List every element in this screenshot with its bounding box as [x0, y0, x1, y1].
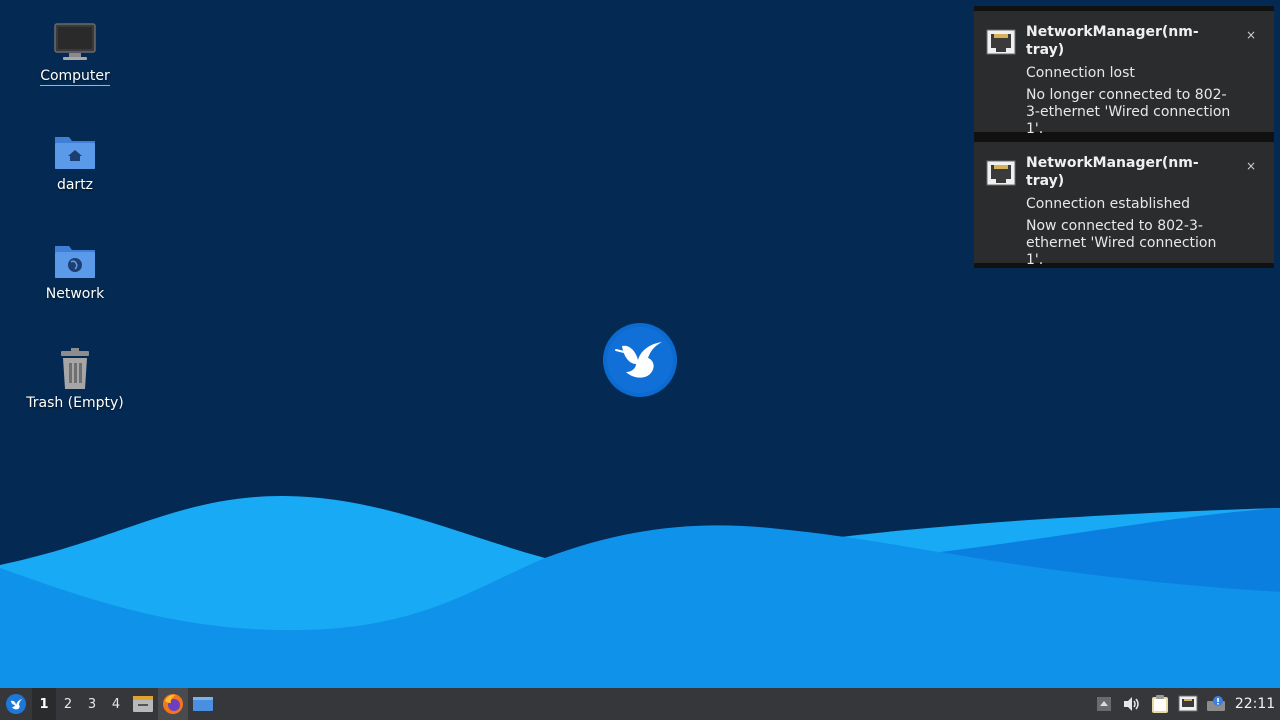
notification-connection-established[interactable]: NetworkManager(nm-tray) Connection estab… [974, 142, 1274, 268]
workspace-2-button[interactable]: 2 [56, 688, 80, 720]
tray-expand-icon [1097, 697, 1111, 711]
desktop-icon-network[interactable]: Network [20, 236, 130, 302]
desktop-icon-home[interactable]: dartz [20, 127, 130, 193]
show-desktop-icon [193, 697, 213, 711]
desktop-icon-label: Trash (Empty) [26, 395, 124, 411]
updates-button[interactable] [1202, 688, 1230, 720]
updates-icon [1207, 696, 1225, 711]
volume-icon [1124, 697, 1139, 711]
notification-area: NetworkManager(nm-tray) Connection lost … [974, 6, 1274, 268]
desktop-icon-label: Network [45, 286, 105, 302]
trash-icon [51, 345, 99, 393]
clipboard-icon [1152, 695, 1168, 713]
home-folder-icon [51, 127, 99, 175]
ethernet-icon [986, 29, 1016, 55]
notification-summary: Connection established [1026, 196, 1190, 212]
desktop-icon-label: dartz [56, 177, 94, 193]
workspace-4-button[interactable]: 4 [104, 688, 128, 720]
clipboard-button[interactable] [1146, 688, 1174, 720]
notification-body: No longer connected to 802-3-ethernet 'W… [1026, 87, 1231, 137]
workspace-3-button[interactable]: 3 [80, 688, 104, 720]
notification-summary: Connection lost [1026, 65, 1135, 81]
tray-expand-button[interactable] [1090, 688, 1118, 720]
desktop-icon-computer[interactable]: Computer [20, 18, 130, 86]
notification-body: Now connected to 802-3-ethernet 'Wired c… [1026, 218, 1217, 268]
file-manager-launcher[interactable] [128, 688, 158, 720]
network-folder-icon [51, 236, 99, 284]
close-icon[interactable]: × [1246, 29, 1256, 41]
volume-button[interactable] [1118, 688, 1146, 720]
start-menu-icon [6, 694, 26, 714]
file-manager-icon [133, 696, 153, 712]
desktop[interactable]: Computer dartz Network Trash (Empty) Net… [0, 0, 1280, 688]
firefox-launcher[interactable] [158, 688, 188, 720]
computer-icon [51, 18, 99, 66]
notification-connection-lost[interactable]: NetworkManager(nm-tray) Connection lost … [974, 11, 1274, 137]
show-desktop-button[interactable] [188, 688, 218, 720]
network-tray-button[interactable] [1174, 688, 1202, 720]
ethernet-icon [986, 160, 1016, 186]
network-tray-icon [1178, 695, 1198, 712]
firefox-icon [163, 694, 183, 714]
desktop-icon-trash[interactable]: Trash (Empty) [20, 345, 130, 411]
desktop-icon-label: Computer [40, 68, 110, 86]
taskbar: 1 2 3 4 22:11 [0, 688, 1280, 720]
start-menu-button[interactable] [0, 688, 32, 720]
workspace-1-button[interactable]: 1 [32, 688, 56, 720]
hummingbird-logo [603, 323, 677, 397]
close-icon[interactable]: × [1246, 160, 1256, 172]
clock[interactable]: 22:11 [1230, 688, 1280, 720]
notification-app-name: NetworkManager(nm-tray) [1026, 24, 1199, 58]
notification-app-name: NetworkManager(nm-tray) [1026, 155, 1199, 189]
